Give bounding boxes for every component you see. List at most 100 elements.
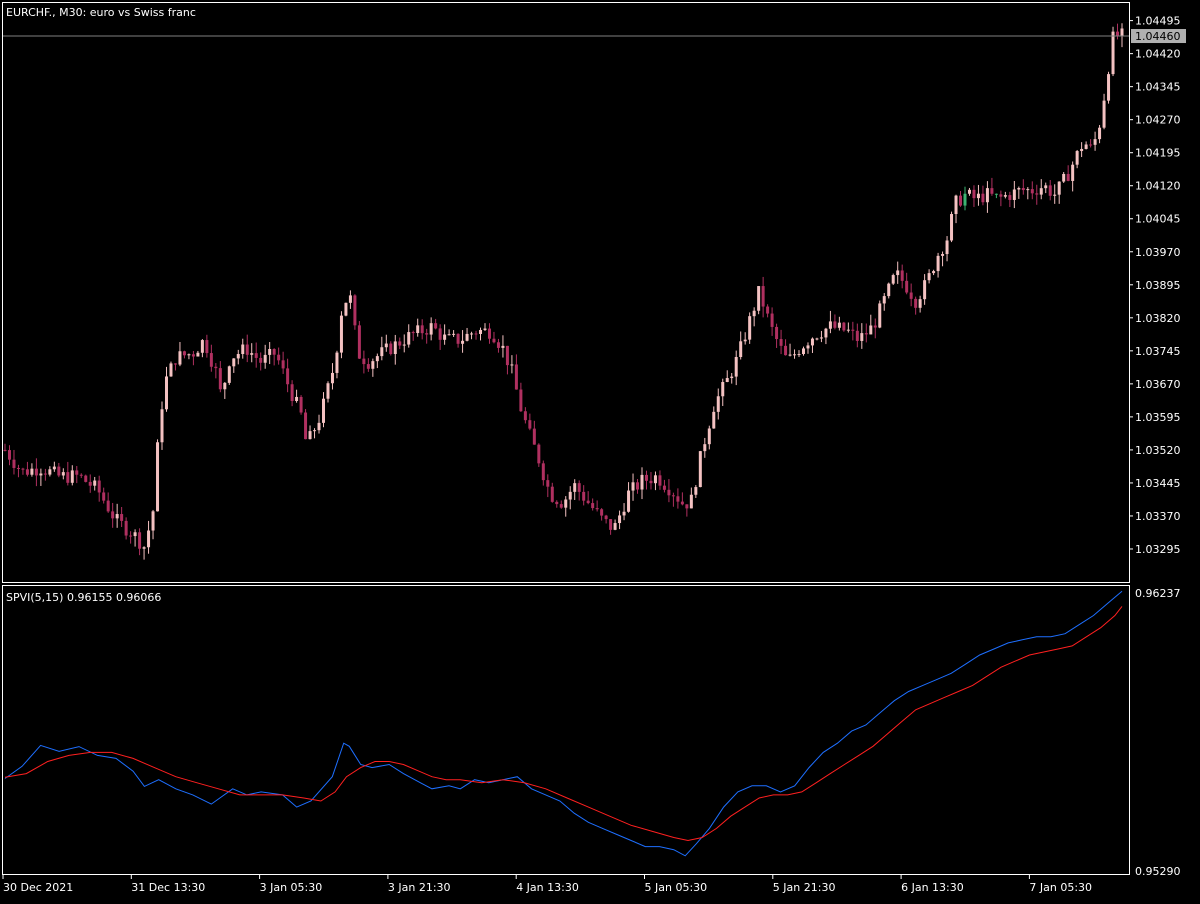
candle-body [636,482,640,490]
price-tick-label: 1.03670 [1135,378,1181,391]
candle-body [129,535,133,537]
candle-body [438,328,442,340]
candle-body [712,411,716,429]
candle-body [680,501,684,505]
candle-body [66,472,70,483]
candle-body [703,444,707,452]
candle-body [236,354,240,359]
price-tick-label: 1.03895 [1135,279,1181,292]
candle-body [721,382,725,397]
candles-group [3,23,1124,560]
candle-body [169,363,173,377]
candle-body [510,364,514,366]
candle-body [138,532,142,549]
candle-body [115,514,119,519]
indicator-pane-frame [2,585,1130,875]
chart-svg[interactable]: 1.04495 1.04420 1.04345 1.04270 1.04195 1.041… [0,0,1200,900]
candle-body [411,332,415,334]
candle-body [326,383,330,399]
candle-body [268,349,272,355]
price-tick-label: 1.03370 [1135,510,1181,523]
candle-body [1048,185,1052,196]
candle-body [1053,194,1057,196]
candle-body [1066,173,1070,181]
candle-body [380,347,384,357]
candle-body [21,468,25,470]
candle-body [39,473,43,476]
candle-body [797,354,801,356]
candle-body [124,520,128,536]
candle-body [546,480,550,487]
candle-body [532,428,536,445]
candle-body [3,449,7,451]
candle-body [483,328,487,330]
candle-body [600,509,604,516]
candle-body [757,286,761,311]
candle-body [613,523,617,530]
candle-body [752,310,756,317]
candle-body [770,313,774,327]
candle-body [784,345,788,356]
candle-body [842,322,846,331]
candle-body [263,354,267,363]
candle-body [277,354,281,361]
candle-body [1062,173,1066,182]
candle-body [295,396,299,402]
candle-body [555,501,559,505]
candle-body [896,270,900,276]
candle-body [402,344,406,346]
candle-body [604,515,608,520]
candle-body [465,333,469,341]
candle-body [810,338,814,346]
candle-body [191,354,195,357]
candle-body [833,321,837,328]
candle-body [999,194,1003,197]
candle-body [456,333,460,344]
candle-body [366,364,370,369]
candle-body [178,351,182,365]
candle-body [25,469,29,475]
candle-body [470,333,474,335]
candle-body [299,396,303,413]
candle-body [873,325,877,328]
candle-body [671,495,675,497]
candle-body [954,195,958,215]
candle-body [344,302,348,316]
candle-body [1120,28,1124,37]
candle-body [591,503,595,509]
price-pane-frame [2,2,1130,583]
price-tick-label: 1.04045 [1135,213,1181,226]
candle-body [443,334,447,340]
candle-body [577,483,581,492]
candle-body [1008,195,1012,200]
candle-body [102,492,106,501]
candle-body [496,342,500,348]
candle-body [559,504,563,508]
time-tick-label: 5 Jan 05:30 [645,881,708,894]
candle-body [586,500,590,504]
candle-body [994,193,998,195]
candle-body [927,273,931,281]
time-tick-label: 7 Jan 05:30 [1029,881,1092,894]
candle-body [932,271,936,274]
candle-body [985,188,989,203]
candle-body [1089,144,1093,146]
candle-body [474,333,478,335]
trading-chart[interactable]: 1.04495 1.04420 1.04345 1.04270 1.04195 1.041… [0,0,1200,900]
indicator-max-label: 0.96237 [1135,587,1181,600]
candle-body [420,325,424,334]
candle-body [649,480,653,484]
candle-body [537,444,541,464]
time-tick-label: 4 Jan 13:30 [516,881,579,894]
candle-body [88,481,92,486]
candle-body [819,337,823,339]
candle-body [900,270,904,281]
candle-body [914,298,918,308]
candle-body [339,315,343,353]
candle-body [573,483,577,492]
candle-body [106,500,110,512]
candle-body [658,475,662,486]
candle-body [97,480,101,493]
candle-body [523,411,527,421]
candle-body [317,422,321,431]
